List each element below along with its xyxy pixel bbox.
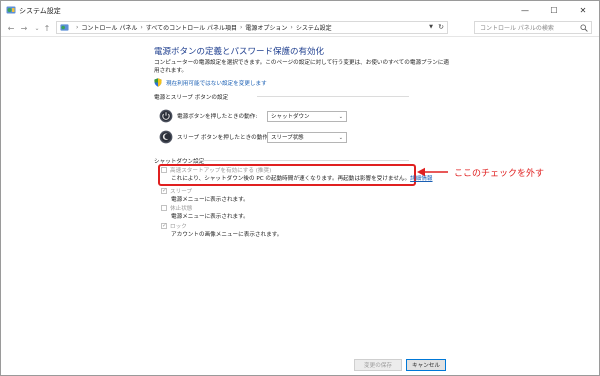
- lock-description: アカウントの画像メニューに表示されます。: [171, 232, 283, 238]
- lock-checkbox[interactable]: [161, 222, 167, 229]
- close-button[interactable]: ✕: [571, 1, 595, 19]
- sleep-description: 電源メニューに表示されます。: [171, 197, 249, 203]
- power-button-icon: [159, 109, 173, 123]
- power-button-row: 電源ボタンを押したときの動作: シャットダウン ⌄: [159, 109, 347, 123]
- breadcrumb[interactable]: › コントロール パネル › すべてのコントロール パネル項目 › 電源オプショ…: [56, 21, 448, 34]
- change-unavailable-settings-link[interactable]: 現在利用可能ではない設定を変更します: [154, 78, 267, 87]
- breadcrumb-item-all-items[interactable]: すべてのコントロール パネル項目: [146, 23, 237, 32]
- change-settings-link-text[interactable]: 現在利用可能ではない設定を変更します: [166, 79, 267, 87]
- breadcrumb-separator: ›: [76, 24, 79, 31]
- refresh-icon[interactable]: ↻: [438, 23, 444, 31]
- breadcrumb-item-control-panel[interactable]: コントロール パネル: [81, 23, 137, 32]
- power-button-action-value: シャットダウン: [271, 114, 310, 120]
- divider: [257, 96, 409, 97]
- forward-arrow-icon[interactable]: →: [18, 21, 30, 35]
- power-button-label: 電源ボタンを押したときの動作:: [177, 114, 258, 120]
- power-button-action-select[interactable]: シャットダウン ⌄: [267, 110, 347, 122]
- page-description: コンピューターの電源設定を選択できます。このページの設定に対して行う変更は、お使…: [154, 60, 450, 74]
- divider: [191, 160, 409, 161]
- breadcrumb-separator: ›: [140, 24, 143, 31]
- power-settings-heading: 電源とスリープ ボタンの設定: [154, 95, 229, 101]
- sleep-button-icon: [159, 130, 173, 144]
- search-placeholder: コントロール パネルの検索: [480, 25, 554, 32]
- control-panel-icon: [6, 6, 16, 14]
- fast-startup-label[interactable]: 高速スタートアップを有効にする (推奨): [170, 166, 271, 174]
- breadcrumb-separator: ›: [290, 24, 293, 31]
- chevron-down-icon: ⌄: [338, 134, 343, 141]
- minimize-button[interactable]: —: [513, 1, 537, 19]
- page-title: 電源ボタンの定義とパスワード保護の有効化: [154, 47, 325, 57]
- hibernate-description: 電源メニューに表示されます。: [171, 214, 249, 220]
- window-title: システム設定: [19, 7, 61, 15]
- breadcrumb-item-power-options[interactable]: 電源オプション: [245, 23, 287, 32]
- control-panel-icon: [60, 24, 69, 31]
- sleep-button-action-select[interactable]: スリープ状態 ⌄: [267, 131, 347, 143]
- search-input[interactable]: コントロール パネルの検索: [474, 21, 592, 34]
- sleep-checkbox[interactable]: [161, 187, 167, 194]
- breadcrumb-item-system-settings[interactable]: システム設定: [296, 23, 332, 32]
- system-settings-window: システム設定 — ☐ ✕ ← → ⌄ ↑ › コントロール パネル › すべての…: [0, 0, 600, 376]
- breadcrumb-separator: ›: [239, 24, 243, 31]
- sleep-label[interactable]: スリープ: [170, 187, 192, 195]
- sleep-button-action-value: スリープ状態: [271, 135, 304, 141]
- chevron-down-icon[interactable]: ▼: [429, 24, 433, 30]
- save-changes-button[interactable]: 変更の保存: [354, 359, 402, 371]
- hibernate-checkbox[interactable]: [161, 205, 167, 211]
- annotation-text: ここのチェックを外す: [454, 169, 545, 179]
- sleep-button-row: スリープ ボタンを押したときの動作: スリープ状態 ⌄: [159, 130, 347, 144]
- cancel-button[interactable]: キャンセル: [406, 359, 446, 371]
- chevron-down-icon: ⌄: [338, 113, 343, 120]
- address-bar: ← → ⌄ ↑ › コントロール パネル › すべてのコントロール パネル項目 …: [1, 19, 599, 37]
- annotation-arrow-icon: [417, 167, 448, 177]
- fast-startup-description: これにより、シャットダウン後の PC の起動時間が速くなります。再起動は影響を受…: [171, 176, 433, 182]
- fast-startup-checkbox[interactable]: [161, 167, 167, 173]
- lock-label[interactable]: ロック: [170, 222, 187, 230]
- maximize-button[interactable]: ☐: [542, 1, 566, 19]
- up-arrow-icon[interactable]: ↑: [41, 21, 53, 35]
- uac-shield-icon: [154, 78, 162, 87]
- back-arrow-icon[interactable]: ←: [5, 21, 17, 35]
- title-bar: システム設定 — ☐ ✕: [1, 1, 599, 19]
- search-icon[interactable]: [580, 24, 588, 32]
- sleep-button-label: スリープ ボタンを押したときの動作:: [177, 135, 270, 141]
- hibernate-label[interactable]: 休止状態: [170, 204, 192, 212]
